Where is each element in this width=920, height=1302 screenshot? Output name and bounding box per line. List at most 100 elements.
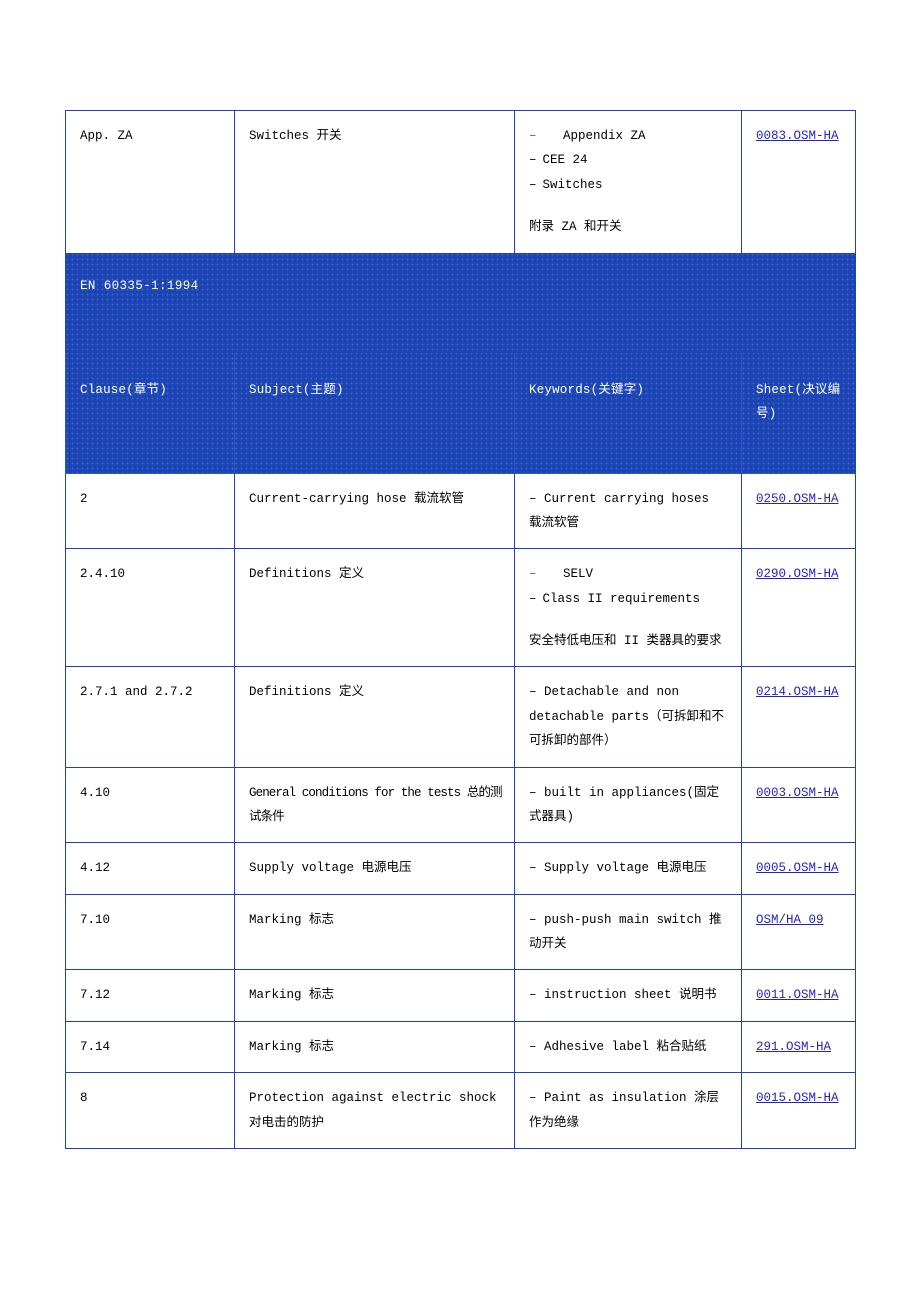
sheet-link[interactable]: 0214.OSM-HA	[756, 685, 839, 699]
subject-text: Switches 开关	[249, 129, 342, 143]
clause-text: 7.14	[80, 1039, 111, 1054]
list-item: – CEE 24	[529, 148, 729, 172]
clause-text: 8	[80, 1091, 88, 1106]
dash-bullet-icon: –	[529, 129, 537, 143]
cell-clause: 7.12	[65, 969, 235, 1022]
clause-text: 7.12	[80, 988, 111, 1003]
cell-keywords: – built in appliances(固定式器具)	[514, 766, 742, 844]
table-row: 7.10 Marking 标志 – push-push main switch …	[65, 893, 856, 971]
dash-bullet-icon: –	[529, 567, 537, 582]
cell-keywords: – Current carrying hoses 载流软管	[514, 472, 742, 550]
cell-subject: Definitions 定义	[234, 548, 515, 668]
cell-sheet: 0005.OSM-HA	[741, 842, 856, 895]
table-row: 7.12 Marking 标志 – instruction sheet 说明书 …	[65, 969, 856, 1022]
list-item: – SELV	[529, 562, 729, 586]
cell-sheet: 0290.OSM-HA	[741, 548, 856, 668]
document-page: App. ZA Switches 开关 – Appendix ZA – CEE 24…	[0, 0, 920, 1302]
keyword-text: – Paint as insulation 涂层作为绝缘	[529, 1091, 720, 1130]
subject-text: Definitions 定义	[249, 567, 365, 582]
standards-table-container: App. ZA Switches 开关 – Appendix ZA – CEE 24…	[65, 110, 856, 1149]
keyword-text: – Current carrying hoses 载流软管	[529, 491, 710, 530]
clause-text: 7.10	[80, 912, 111, 927]
subject-text: Marking 标志	[249, 1039, 335, 1054]
clause-text: 4.10	[80, 785, 111, 800]
sheet-link[interactable]: 0005.OSM-HA	[756, 861, 839, 875]
subject-text: Definitions 定义	[249, 685, 365, 700]
cell-keywords: – push-push main switch 推动开关	[514, 893, 742, 971]
keyword-chinese-text: 附录 ZA 和开关	[529, 220, 622, 235]
cell-sheet: 0214.OSM-HA	[741, 666, 856, 768]
dash-bullet-icon: –	[529, 153, 537, 168]
sheet-link[interactable]: 291.OSM-HA	[756, 1040, 831, 1054]
cell-keywords: – Paint as insulation 涂层作为绝缘	[514, 1072, 742, 1149]
list-item: – Switches	[529, 173, 729, 197]
cell-subject: Protection against electric shock 对电击的防护	[234, 1072, 515, 1149]
cell-keywords: – Supply voltage 电源电压	[514, 842, 742, 895]
table-row: 2 Current-carrying hose 载流软管 – Current c…	[65, 472, 856, 550]
cell-clause: 2.7.1 and 2.7.2	[65, 666, 235, 768]
cell-clause: 2.4.10	[65, 548, 235, 668]
cell-sheet: OSM/HA 09	[741, 893, 856, 971]
subject-text: Current-carrying hose 载流软管	[249, 491, 465, 506]
cell-clause: 7.10	[65, 893, 235, 971]
cell-subject: Definitions 定义	[234, 666, 515, 768]
subject-text: Supply voltage 电源电压	[249, 861, 412, 876]
section-title: EN 60335-1:1994	[65, 252, 856, 353]
column-header-subject: Subject(主题)	[234, 351, 515, 474]
subject-text: Marking 标志	[249, 912, 335, 927]
dash-bullet-icon: –	[529, 177, 537, 192]
cell-sheet: 0003.OSM-HA	[741, 766, 856, 844]
clause-text: 2.4.10	[80, 567, 126, 582]
cell-subject: Current-carrying hose 载流软管	[234, 472, 515, 550]
list-item: – Class II requirements	[529, 587, 729, 611]
cell-sheet: 0011.OSM-HA	[741, 969, 856, 1022]
table-row: 8 Protection against electric shock 对电击的…	[65, 1072, 856, 1149]
cell-sheet: 0250.OSM-HA	[741, 472, 856, 550]
table-row: 7.14 Marking 标志 – Adhesive label 粘合贴纸 29…	[65, 1020, 856, 1074]
sheet-link[interactable]: OSM/HA 09	[756, 913, 824, 927]
sheet-link[interactable]: 0011.OSM-HA	[756, 988, 839, 1002]
cell-keywords: – Appendix ZA – CEE 24 – Switches 附录 ZA 和开关	[514, 110, 742, 254]
clause-text: 2.7.1 and 2.7.2	[80, 685, 193, 700]
keyword-text: – instruction sheet 说明书	[529, 988, 717, 1003]
cell-clause: 7.14	[65, 1020, 235, 1074]
table-row: 4.12 Supply voltage 电源电压 – Supply voltag…	[65, 842, 856, 895]
table-row: 2.7.1 and 2.7.2 Definitions 定义 – Detacha…	[65, 666, 856, 768]
table-header-row: Clause(章节) Subject(主题) Keywords(关键字) She…	[65, 351, 856, 474]
subject-text: General conditions for the tests 总的测试条件	[249, 785, 503, 824]
cell-keywords: – Adhesive label 粘合贴纸	[514, 1020, 742, 1074]
cell-sheet: 0015.OSM-HA	[741, 1072, 856, 1149]
cell-keywords: – Detachable and non detachable parts（可拆…	[514, 666, 742, 768]
keyword-text: – Detachable and non detachable parts（可拆…	[529, 685, 725, 749]
table-row: 2.4.10 Definitions 定义 – SELV – Class II re…	[65, 548, 856, 668]
sheet-link[interactable]: 0083.OSM-HA	[756, 129, 839, 143]
cell-subject: Marking 标志	[234, 969, 515, 1022]
keyword-text: SELV	[563, 567, 594, 582]
sheet-link[interactable]: 0250.OSM-HA	[756, 492, 839, 506]
cell-keywords: – SELV – Class II requirements 安全特低电压和 II …	[514, 548, 742, 668]
clause-text: 2	[80, 491, 88, 506]
column-header-clause: Clause(章节)	[65, 351, 235, 474]
cell-subject: Marking 标志	[234, 1020, 515, 1074]
sheet-link[interactable]: 0290.OSM-HA	[756, 567, 839, 581]
column-header-keywords: Keywords(关键字)	[514, 351, 742, 474]
cell-subject: Marking 标志	[234, 893, 515, 971]
subject-text: Protection against electric shock 对电击的防护	[249, 1091, 497, 1130]
cell-sheet: 0083.OSM-HA	[741, 110, 856, 254]
keyword-text: Class II requirements	[542, 591, 701, 606]
cell-subject: General conditions for the tests 总的测试条件	[234, 766, 515, 844]
keyword-list: – Appendix ZA – CEE 24 – Switches	[529, 124, 729, 197]
cell-clause: 2	[65, 472, 235, 550]
table-row: 4.10 General conditions for the tests 总的…	[65, 766, 856, 844]
cell-clause: 4.12	[65, 842, 235, 895]
sheet-link[interactable]: 0003.OSM-HA	[756, 786, 839, 800]
sheet-link[interactable]: 0015.OSM-HA	[756, 1091, 839, 1105]
keyword-text: – Supply voltage 电源电压	[529, 861, 707, 876]
cell-clause: 4.10	[65, 766, 235, 844]
cell-sheet: 291.OSM-HA	[741, 1020, 856, 1074]
column-header-sheet: Sheet(决议编号)	[741, 351, 856, 474]
cell-clause: 8	[65, 1072, 235, 1149]
cell-subject: Switches 开关	[234, 110, 515, 254]
keyword-chinese-text: 安全特低电压和 II 类器具的要求	[529, 634, 722, 648]
keyword-text: Appendix ZA	[563, 129, 646, 143]
